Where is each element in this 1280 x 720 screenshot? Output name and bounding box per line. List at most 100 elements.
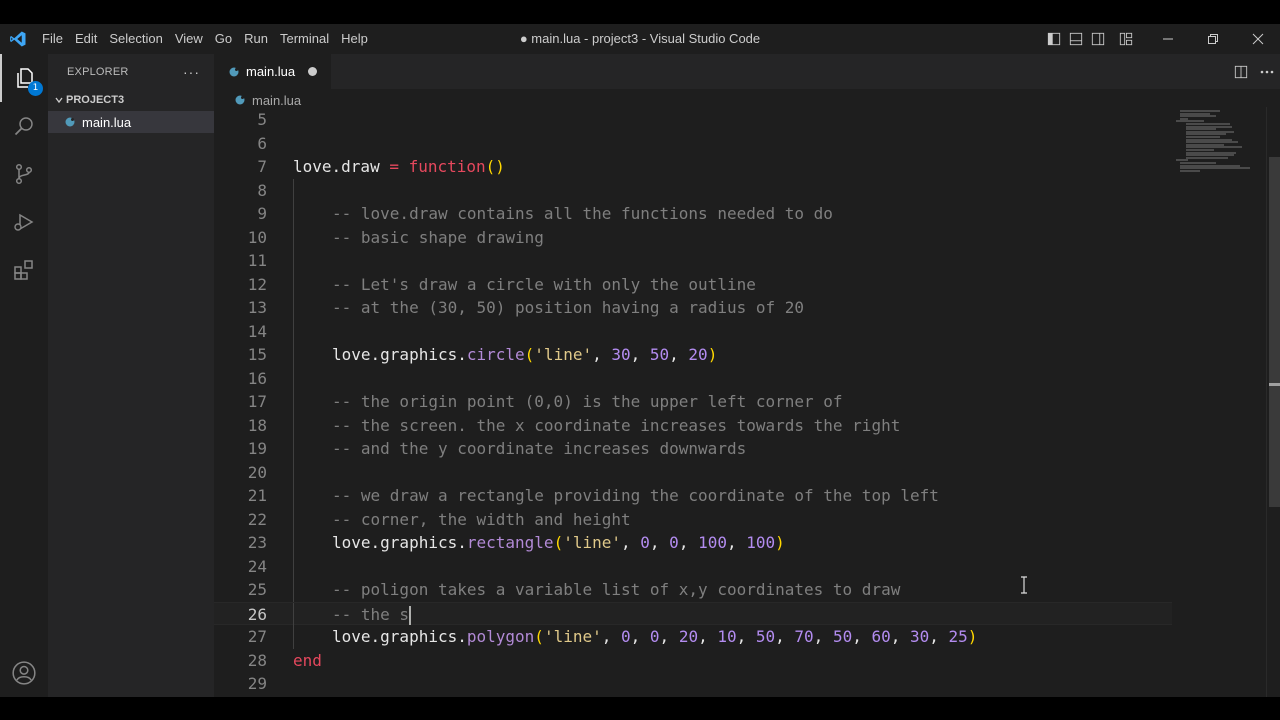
code-line[interactable]: 10 -- basic shape drawing [214, 225, 1172, 250]
code-token: 50 [649, 345, 670, 364]
code-line[interactable]: 26 -- the s [214, 601, 1172, 626]
menu-selection[interactable]: Selection [103, 24, 168, 54]
code-line[interactable]: 6 [214, 132, 1172, 156]
code-editor[interactable]: 5 6 7 love.draw = function() 8 9 -- love.draw … [214, 107, 1280, 697]
file-item-main-lua[interactable]: main.lua [48, 111, 214, 133]
code-line[interactable]: 8 [214, 178, 1172, 202]
editor-area: main.lua main.lua 5 6 7 love.draw = functio… [214, 54, 1280, 697]
code-line[interactable]: 11 [214, 249, 1172, 273]
line-number: 13 [247, 298, 267, 317]
code-line[interactable]: 28 end [214, 649, 1172, 673]
indent-guide [293, 319, 294, 343]
code-text: love.graphics.polygon('line', 0, 0, 20, … [332, 625, 977, 649]
code-line[interactable]: 17 -- the origin point (0,0) is the upper… [214, 390, 1172, 414]
menu-terminal[interactable]: Terminal [274, 24, 335, 54]
code-token: , [630, 627, 650, 646]
code-token: 0 [640, 533, 650, 552]
more-actions-icon[interactable]: ··· [183, 64, 200, 80]
code-line[interactable]: 18 -- the screen. the x coordinate increa… [214, 413, 1172, 437]
close-icon[interactable] [1235, 24, 1280, 54]
comment-token: -- at the (30, 50) position having a rad… [332, 298, 805, 317]
code-line[interactable]: 7 love.draw = function() [214, 155, 1172, 179]
extensions-icon[interactable] [0, 246, 48, 294]
explorer-sidebar: EXPLORER ··· PROJECT3 main.lua [48, 54, 214, 697]
line-number: 24 [247, 556, 267, 576]
menu-go[interactable]: Go [209, 24, 238, 54]
unsaved-dot-icon[interactable] [308, 67, 317, 76]
tab-main-lua[interactable]: main.lua [214, 54, 331, 89]
search-icon[interactable] [0, 102, 48, 150]
split-editor-icon[interactable] [1228, 54, 1254, 89]
breadcrumb-file: main.lua [252, 92, 302, 108]
code-token: circle [466, 345, 525, 364]
menu-run[interactable]: Run [238, 24, 274, 54]
toggle-panel-icon[interactable] [1065, 24, 1087, 54]
line-number: 25 [247, 580, 267, 599]
code-line[interactable]: 22 -- corner, the width and height [214, 507, 1172, 531]
toggle-primary-sidebar-icon[interactable] [1043, 24, 1065, 54]
indent-guide [293, 202, 294, 226]
code-line[interactable]: 20 [214, 460, 1172, 484]
comment-token: -- poligon takes a variable list of x,y … [332, 580, 901, 599]
code-token: ( [524, 345, 535, 364]
code-line[interactable]: 15 love.graphics.circle('line', 30, 50, 2… [214, 343, 1172, 367]
code-line[interactable]: 21 -- we draw a rectangle providing the c… [214, 484, 1172, 508]
code-text: end [293, 649, 322, 673]
text-cursor-icon [1021, 576, 1027, 594]
code-line[interactable]: 5 [214, 108, 1172, 132]
code-text: love.graphics.rectangle('line', 0, 0, 10… [332, 531, 785, 555]
code-token: , [813, 627, 833, 646]
source-control-icon[interactable] [0, 150, 48, 198]
restore-icon[interactable] [1190, 24, 1235, 54]
code-token: love.draw [293, 157, 390, 176]
tab-bar: main.lua [214, 54, 1280, 89]
line-number: 21 [247, 486, 267, 505]
code-token: 30 [611, 345, 631, 364]
minimize-icon[interactable] [1145, 24, 1190, 54]
code-text: -- basic shape drawing [332, 226, 544, 250]
code-line[interactable]: 29 [214, 672, 1172, 696]
folder-section-header[interactable]: PROJECT3 [48, 89, 214, 111]
menu-edit[interactable]: Edit [69, 24, 103, 54]
comment-token: -- the s [332, 604, 410, 624]
chevron-down-icon [52, 95, 66, 105]
run-debug-icon[interactable] [0, 198, 48, 246]
indent-guide [293, 178, 294, 202]
vscode-logo-icon [0, 24, 36, 54]
code-token: love.graphics. [332, 345, 467, 364]
menu-view[interactable]: View [169, 24, 209, 54]
code-line[interactable]: 14 [214, 319, 1172, 343]
code-token: function [398, 157, 486, 176]
indent-guide [293, 366, 294, 390]
code-line[interactable]: 25 -- poligon takes a variable list of x,… [214, 578, 1172, 602]
explorer-icon[interactable]: 1 [0, 54, 48, 102]
code-line[interactable]: 12 -- Let's draw a circle with only the o… [214, 272, 1172, 296]
code-token: ( [553, 533, 564, 552]
code-line[interactable]: 13 -- at the (30, 50) position having a r… [214, 296, 1172, 320]
indent-guide [293, 390, 294, 414]
code-line[interactable]: 24 [214, 554, 1172, 578]
scrollbar-thumb[interactable] [1269, 157, 1280, 507]
line-number: 26 [247, 604, 267, 624]
code-line[interactable]: 23 love.graphics.rectangle('line', 0, 0, … [214, 531, 1172, 555]
line-number: 12 [247, 274, 267, 294]
menu-help[interactable]: Help [335, 24, 374, 54]
line-number: 20 [247, 462, 267, 482]
more-actions-icon[interactable] [1254, 54, 1280, 89]
minimap[interactable] [1172, 107, 1268, 697]
code-token: 20 [678, 627, 699, 646]
code-line[interactable]: 16 [214, 366, 1172, 390]
account-icon[interactable] [0, 649, 48, 697]
code-line[interactable]: 19 -- and the y coordinate increases down… [214, 437, 1172, 461]
menu-file[interactable]: File [36, 24, 69, 54]
toggle-secondary-sidebar-icon[interactable] [1087, 24, 1109, 54]
vertical-scrollbar[interactable] [1266, 107, 1280, 697]
customize-layout-icon[interactable] [1115, 24, 1137, 54]
sidebar-header: EXPLORER ··· [48, 54, 214, 89]
code-line[interactable]: 27 love.graphics.polygon('line', 0, 0, 20… [214, 625, 1172, 649]
code-token: = [389, 157, 399, 176]
line-number: 7 [257, 157, 267, 176]
line-number: 28 [247, 650, 267, 670]
indent-guide [293, 484, 294, 508]
code-line[interactable]: 9 -- love.draw contains all the functions… [214, 202, 1172, 226]
